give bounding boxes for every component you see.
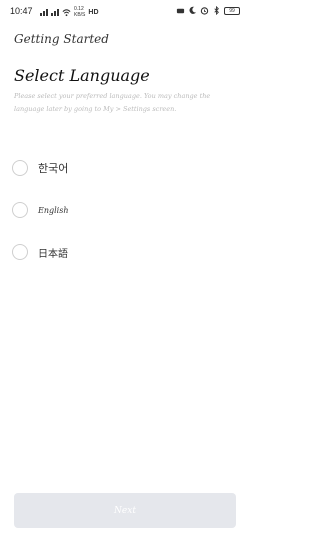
- status-bar: 10:47 0.12 KB/S HD 99: [0, 0, 250, 24]
- wifi-icon: [62, 8, 71, 16]
- signal-icon: [40, 8, 48, 16]
- header-title: Getting Started: [14, 32, 109, 46]
- status-time: 10:47: [10, 6, 33, 16]
- language-description: Please select your preferred language. Y…: [14, 92, 211, 113]
- battery-icon: 99: [224, 6, 240, 15]
- bluetooth-icon: [214, 6, 219, 15]
- network-speed: 0.12 KB/S: [74, 6, 85, 18]
- hd-icon: HD: [88, 8, 99, 16]
- speed-unit: KB/S: [74, 12, 86, 18]
- alarm-icon: [200, 7, 209, 15]
- moon-icon: [189, 6, 197, 14]
- language-option-korean[interactable]: 한국어: [12, 156, 232, 180]
- signal-icon-2: [51, 8, 59, 16]
- page-title: Select Language: [14, 66, 150, 85]
- radio-button[interactable]: [12, 202, 28, 218]
- language-label: 日本語: [38, 248, 68, 260]
- vpn-icon: [176, 8, 185, 14]
- next-button[interactable]: Next: [14, 493, 236, 528]
- language-label: 한국어: [38, 162, 69, 175]
- status-left-icons: 0.12 KB/S HD: [40, 6, 99, 18]
- status-right-icons: 99: [176, 6, 240, 15]
- radio-button[interactable]: [12, 244, 28, 260]
- language-option-english[interactable]: English: [12, 198, 232, 222]
- language-label: English: [38, 205, 69, 215]
- radio-button[interactable]: [12, 160, 28, 176]
- language-option-japanese[interactable]: 日本語: [12, 240, 232, 264]
